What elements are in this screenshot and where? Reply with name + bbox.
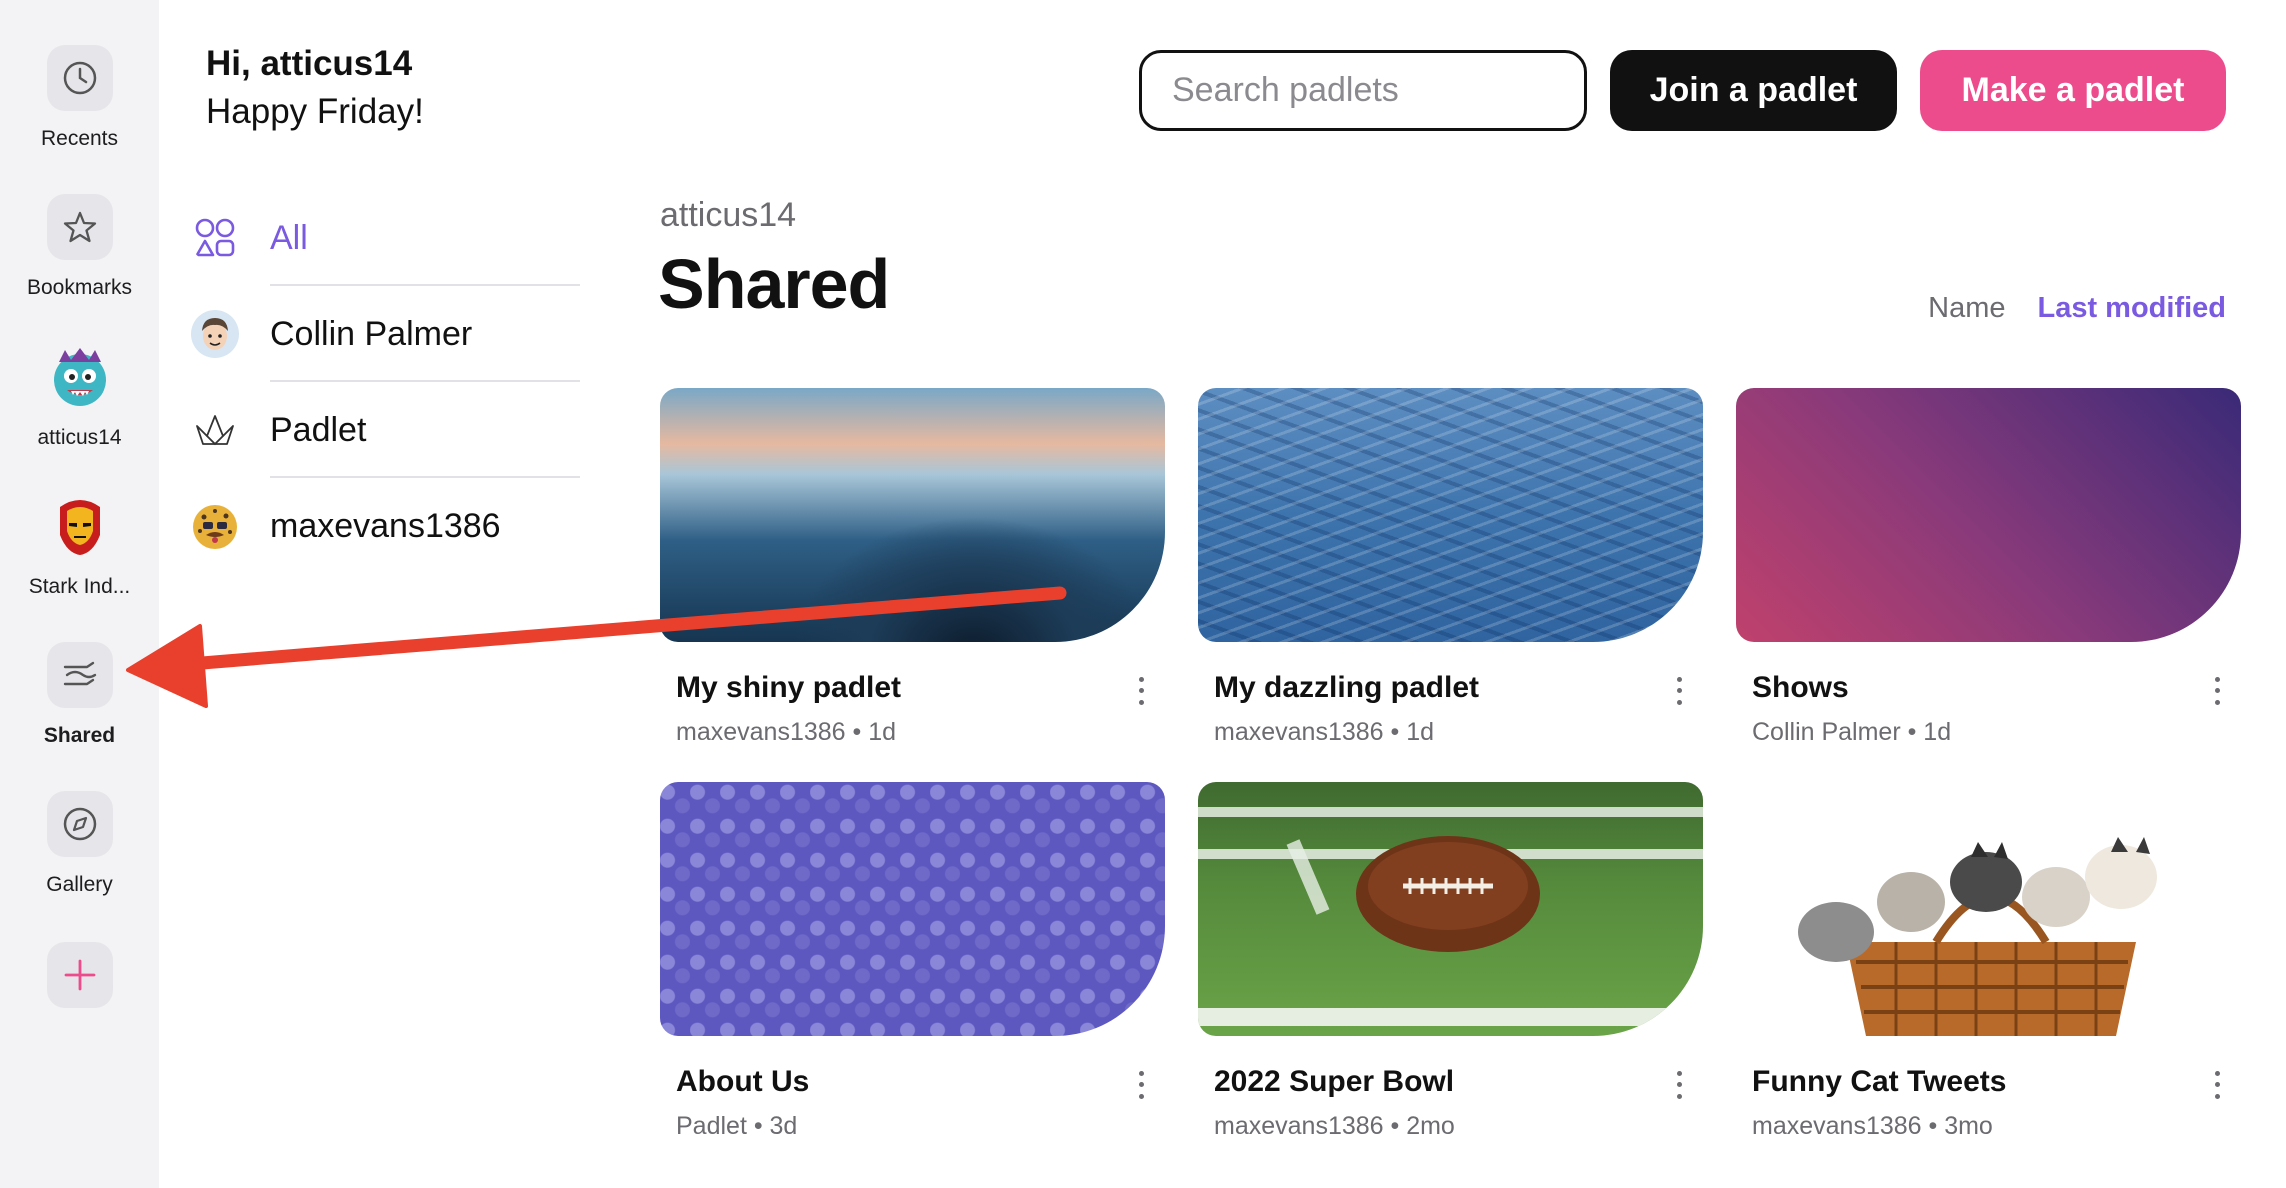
padlet-meta: maxevans1386 • 3mo (1752, 1112, 1993, 1140)
compass-icon (46, 791, 113, 857)
page-title: Shared (658, 245, 890, 323)
search-input[interactable] (1139, 50, 1587, 131)
filter-label-all: All (270, 218, 308, 257)
padlet-card[interactable]: Shows Collin Palmer • 1d (1736, 388, 2241, 780)
monster-avatar (47, 344, 113, 410)
padlet-meta: maxevans1386 • 1d (1214, 718, 1435, 746)
kittens-image (1798, 837, 2157, 1036)
football-image (1198, 807, 1703, 1026)
sort-by-last-modified[interactable]: Last modified (2037, 292, 2226, 325)
padlet-thumbnail (1198, 782, 1703, 1036)
rail-item-bookmarks[interactable]: Bookmarks (0, 194, 159, 300)
sort-by-name[interactable]: Name (1928, 292, 2005, 325)
person-avatar (190, 309, 240, 359)
clock-icon (46, 45, 113, 111)
filter-label-maxevans: maxevans1386 (270, 506, 501, 545)
join-padlet-button[interactable]: Join a padlet (1610, 50, 1897, 131)
padlet-thumbnail (1198, 388, 1703, 642)
sort-options: Name Last modified (1928, 292, 2226, 325)
filter-label-collin: Collin Palmer (270, 314, 473, 353)
padlet-title: My shiny padlet (676, 671, 902, 704)
star-icon (46, 194, 113, 260)
workspace-owner: atticus14 (660, 196, 797, 234)
padlet-meta: maxevans1386 • 1d (676, 718, 897, 746)
filter-all[interactable]: All (190, 190, 580, 286)
filter-padlet[interactable]: Padlet (190, 382, 580, 478)
padlet-title: Funny Cat Tweets (1752, 1065, 2007, 1098)
greeting-day: Happy Friday! (206, 92, 424, 131)
rail-item-atticus14[interactable]: atticus14 (0, 344, 159, 450)
ironman-avatar (47, 493, 113, 559)
left-rail: Recents Bookmarks atticus14 Stark Ind...… (0, 0, 159, 1188)
padlet-meta: maxevans1386 • 2mo (1214, 1112, 1455, 1140)
rail-add-button[interactable] (0, 942, 159, 1008)
padlet-thumbnail (1736, 782, 2241, 1036)
rail-item-gallery[interactable]: Gallery (0, 791, 159, 897)
rail-label-gallery: Gallery (46, 873, 113, 896)
greeting-name: Hi, atticus14 (206, 44, 413, 83)
rail-item-shared[interactable]: Shared (0, 642, 159, 748)
padlet-title: About Us (676, 1065, 810, 1098)
more-options-icon[interactable] (1669, 674, 1689, 708)
padlet-meta: Collin Palmer • 1d (1752, 718, 1952, 746)
padlet-thumbnail (660, 782, 1165, 1036)
rail-label-bookmarks: Bookmarks (26, 276, 133, 299)
padlet-card[interactable]: My shiny padlet maxevans1386 • 1d (660, 388, 1165, 780)
rail-label-stark: Stark Ind... (28, 575, 131, 598)
filter-maxevans1386[interactable]: maxevans1386 (190, 478, 580, 574)
more-options-icon[interactable] (2207, 674, 2227, 708)
leopard-avatar (190, 501, 240, 551)
share-hands-icon (46, 642, 113, 708)
padlet-title: 2022 Super Bowl (1214, 1065, 1455, 1098)
filter-collin-palmer[interactable]: Collin Palmer (190, 286, 580, 382)
padlet-title: My dazzling padlet (1214, 671, 1480, 704)
padlet-card[interactable]: Funny Cat Tweets maxevans1386 • 3mo (1736, 782, 2241, 1174)
more-options-icon[interactable] (2207, 1068, 2227, 1102)
padlet-thumbnail (660, 388, 1165, 642)
more-options-icon[interactable] (1131, 1068, 1151, 1102)
grid-shapes-icon (190, 213, 240, 263)
rail-label-recents: Recents (40, 127, 119, 150)
make-padlet-button[interactable]: Make a padlet (1920, 50, 2226, 131)
greeting: Hi, atticus14 Happy Friday! (206, 42, 424, 138)
padlet-card[interactable]: 2022 Super Bowl maxevans1386 • 2mo (1198, 782, 1703, 1174)
padlet-card[interactable]: My dazzling padlet maxevans1386 • 1d (1198, 388, 1703, 780)
plus-icon (46, 942, 113, 1008)
filter-label-padlet: Padlet (270, 410, 367, 449)
rail-label-atticus14: atticus14 (37, 426, 122, 449)
more-options-icon[interactable] (1669, 1068, 1689, 1102)
owner-filter-list: All Collin Palmer Padlet maxevans1386 (190, 190, 580, 574)
more-options-icon[interactable] (1131, 674, 1151, 708)
padlet-title: Shows (1752, 671, 1849, 704)
padlet-thumbnail (1736, 388, 2241, 642)
padlet-meta: Padlet • 3d (676, 1112, 798, 1140)
padlet-logo-icon (190, 405, 240, 455)
rail-label-shared: Shared (43, 724, 116, 747)
padlet-card[interactable]: About Us Padlet • 3d (660, 782, 1165, 1174)
rail-item-recents[interactable]: Recents (0, 45, 159, 151)
rail-item-stark[interactable]: Stark Ind... (0, 493, 159, 599)
